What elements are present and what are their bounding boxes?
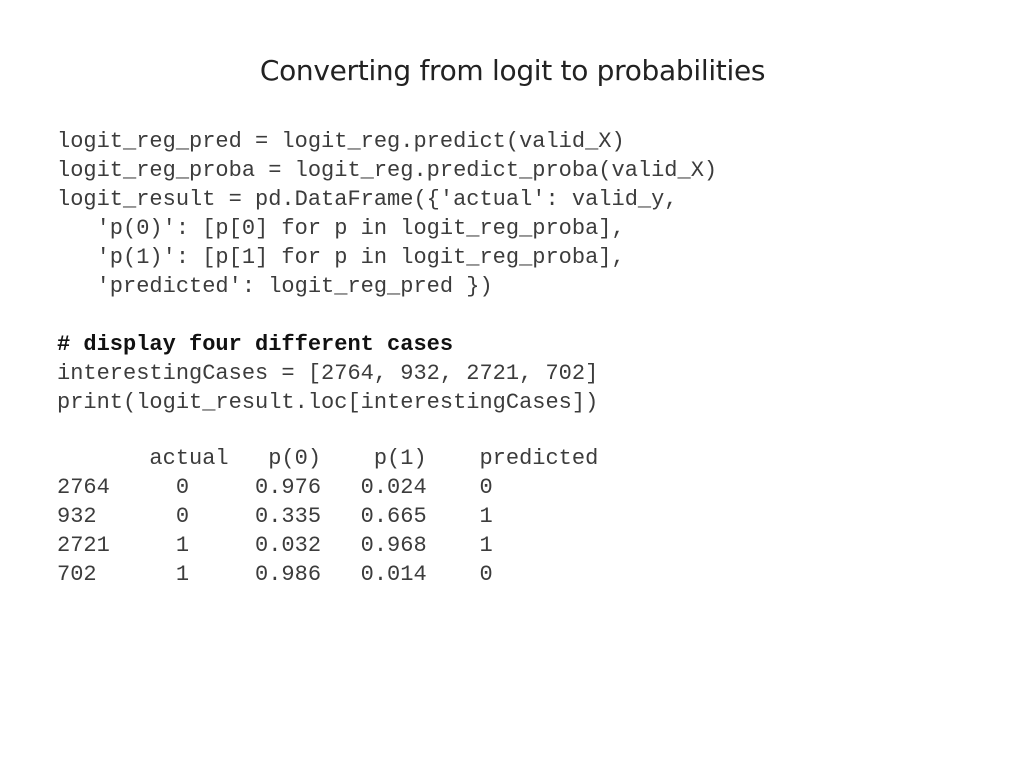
- slide-title: Converting from logit to probabilities: [259, 54, 766, 87]
- code-line: 'p(0)': [p[0] for p in logit_reg_proba],: [57, 216, 625, 241]
- code-comment: # display four different cases: [57, 332, 454, 357]
- code-line: interestingCases = [2764, 932, 2721, 702…: [57, 361, 599, 386]
- output-row: 2721 1 0.032 0.968 1: [57, 533, 493, 558]
- code-line: 'predicted': logit_reg_pred }): [57, 274, 493, 299]
- code-block: logit_reg_pred = logit_reg.predict(valid…: [57, 127, 717, 417]
- code-line: logit_result = pd.DataFrame({'actual': v…: [57, 187, 678, 212]
- output-row: 702 1 0.986 0.014 0: [57, 562, 493, 587]
- output-row: 932 0 0.335 0.665 1: [57, 504, 493, 529]
- output-header-row: actual p(0) p(1) predicted: [57, 446, 599, 471]
- output-table: actual p(0) p(1) predicted 2764 0 0.976 0…: [57, 444, 598, 589]
- slide: Converting from logit to probabilities l…: [0, 0, 1025, 761]
- code-line: 'p(1)': [p[1] for p in logit_reg_proba],: [57, 245, 625, 270]
- code-line: print(logit_result.loc[interestingCases]…: [57, 390, 599, 415]
- code-line: logit_reg_pred = logit_reg.predict(valid…: [57, 129, 625, 154]
- output-row: 2764 0 0.976 0.024 0: [57, 475, 493, 500]
- code-line: logit_reg_proba = logit_reg.predict_prob…: [57, 158, 718, 183]
